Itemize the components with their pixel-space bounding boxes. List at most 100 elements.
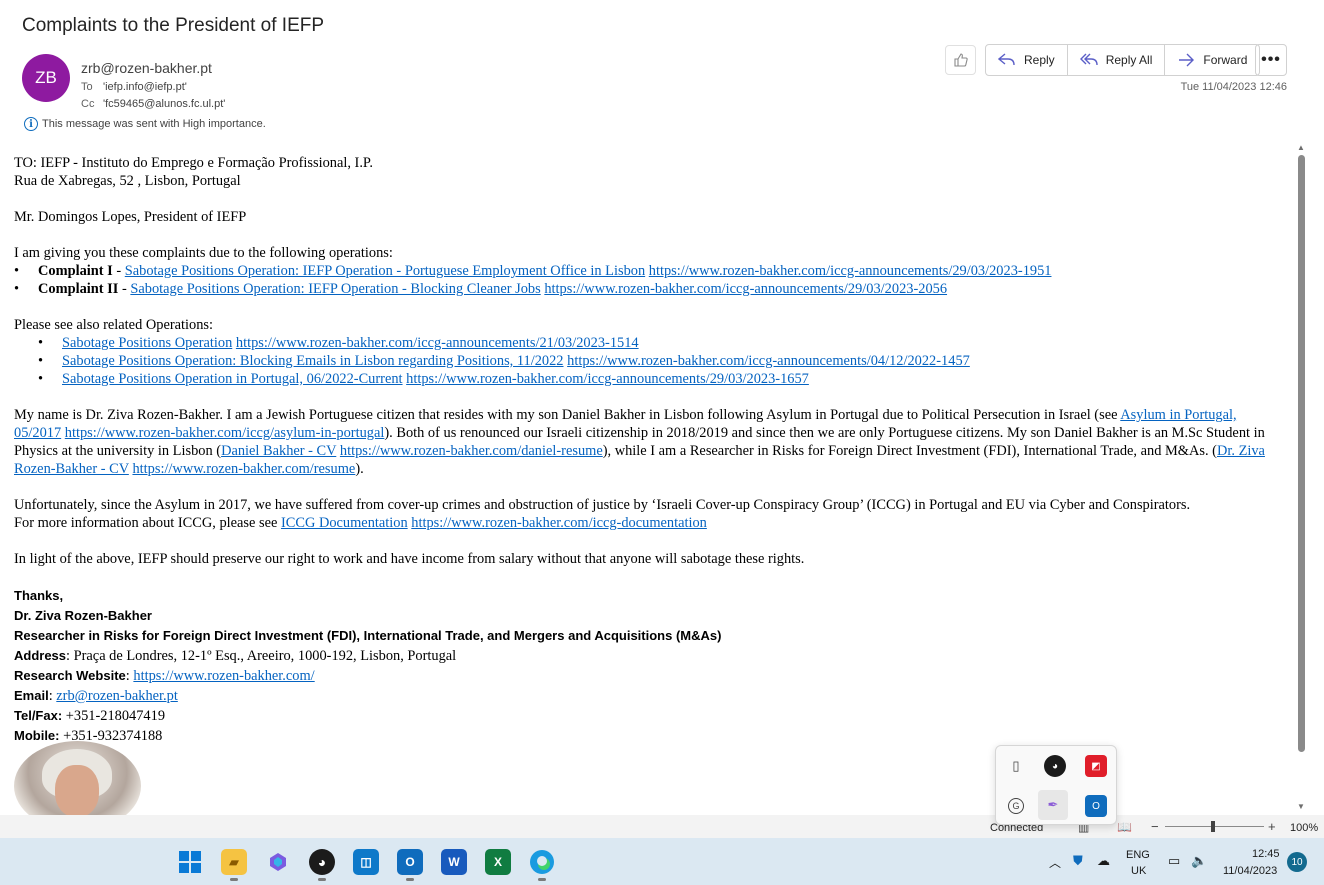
start-icon[interactable]	[177, 849, 203, 875]
more-actions-button[interactable]: •••	[1255, 44, 1287, 76]
text-span: ).	[355, 461, 364, 477]
complaint-item: Complaint II - Sabotage Positions Operat…	[14, 280, 1286, 298]
to-label: To	[81, 81, 93, 93]
input-region[interactable]: UK	[1131, 865, 1146, 877]
security-shield-icon[interactable]: ⛊	[1073, 853, 1083, 869]
show-hidden-icons-button[interactable]: ︿	[1049, 854, 1061, 871]
like-button[interactable]	[945, 45, 976, 75]
sig-website-label: Research Website	[14, 668, 126, 683]
daniel-cv-url[interactable]: https://www.rozen-bakher.com/daniel-resu…	[340, 443, 603, 459]
sig-address: : Praça de Londres, 12-1º Esq., Areeiro,…	[66, 648, 457, 664]
web-app-icon[interactable]: ◫	[353, 849, 379, 875]
obs-icon[interactable]: ◕	[1044, 755, 1066, 777]
complaint-url[interactable]: https://www.rozen-bakher.com/iccg-announ…	[649, 263, 1052, 279]
sig-tel-label: Tel/Fax:	[14, 708, 63, 723]
pen-icon[interactable]: ✒	[1038, 790, 1068, 820]
complaint-link[interactable]: Sabotage Positions Operation: IEFP Opera…	[125, 263, 645, 279]
file-explorer-icon[interactable]: ▰	[221, 849, 247, 875]
separator: -	[118, 281, 131, 297]
sig-email-label: Email	[14, 688, 49, 703]
outlook-tray-icon[interactable]: O	[1085, 795, 1107, 817]
excel-icon[interactable]: X	[485, 849, 511, 875]
edge-logo-icon	[530, 850, 554, 874]
related-item: Sabotage Positions Operation https://www…	[14, 334, 1286, 352]
iccg-doc-url[interactable]: https://www.rozen-bakher.com/iccg-docume…	[411, 515, 707, 531]
word-icon[interactable]: W	[441, 849, 467, 875]
sig-title: Researcher in Risks for Foreign Direct I…	[14, 628, 722, 643]
sig-mobile-label: Mobile:	[14, 728, 60, 743]
scrollbar-thumb[interactable]	[1298, 155, 1305, 752]
related-url[interactable]: https://www.rozen-bakher.com/iccg-announ…	[406, 371, 809, 387]
running-indicator	[230, 878, 238, 881]
message-actions: Reply Reply All Forward	[985, 44, 1261, 76]
daniel-cv-link[interactable]: Daniel Bakher - CV	[221, 443, 336, 459]
copilot-logo-icon	[270, 853, 286, 871]
separator: -	[112, 263, 125, 279]
obs-studio-icon[interactable]: ◕	[309, 849, 335, 875]
to-line: To 'iefp.info@iefp.pt'	[81, 81, 187, 93]
complaint-url[interactable]: https://www.rozen-bakher.com/iccg-announ…	[544, 281, 947, 297]
reading-view-icon[interactable]: 📖	[1117, 820, 1132, 834]
sig-address-label: Address	[14, 648, 67, 663]
sender-address[interactable]: zrb@rozen-bakher.pt	[81, 60, 212, 76]
usb-drive-icon[interactable]: ▯	[1005, 755, 1027, 777]
clock-date[interactable]: 11/04/2023	[1223, 865, 1277, 877]
recipient-line: TO: IEFP - Instituto do Emprego e Formaç…	[14, 155, 373, 171]
grammarly-icon[interactable]: G	[1008, 798, 1024, 814]
edge-icon[interactable]	[529, 849, 555, 875]
iccg-doc-link[interactable]: ICCG Documentation	[281, 515, 408, 531]
zoom-out-button[interactable]: −	[1151, 819, 1159, 834]
clock-time[interactable]: 12:45	[1252, 848, 1280, 860]
text-span: For more information about ICCG, please …	[14, 515, 281, 531]
importance-banner: i This message was sent with High import…	[24, 117, 266, 131]
forward-label: Forward	[1203, 53, 1248, 67]
reply-button[interactable]: Reply	[986, 45, 1068, 75]
ziva-cv-url[interactable]: https://www.rozen-bakher.com/resume	[132, 461, 355, 477]
forward-button[interactable]: Forward	[1165, 45, 1259, 75]
sig-name: Dr. Ziva Rozen-Bakher	[14, 608, 152, 623]
message-date: Tue 11/04/2023 12:46	[1180, 81, 1287, 93]
windows-logo-icon	[179, 851, 201, 873]
cc-recipient[interactable]: 'fc59465@alunos.fc.ul.pt'	[103, 98, 225, 110]
paragraph-conclusion: In light of the above, IEFP should prese…	[14, 551, 805, 567]
complaint-link[interactable]: Sabotage Positions Operation: IEFP Opera…	[130, 281, 540, 297]
volume-icon[interactable]: 🔈	[1191, 853, 1207, 869]
thumbs-up-icon	[953, 53, 968, 67]
cc-line: Cc 'fc59465@alunos.fc.ul.pt'	[81, 98, 225, 110]
zoom-level[interactable]: 100%	[1290, 822, 1318, 834]
related-link[interactable]: Sabotage Positions Operation: Blocking E…	[62, 353, 564, 369]
notification-badge[interactable]: 10	[1287, 852, 1307, 872]
related-link[interactable]: Sabotage Positions Operation	[62, 335, 232, 351]
input-language[interactable]: ENG	[1126, 849, 1150, 861]
tray-overflow-popup: ▯ ◕ ◩ G ✒ O	[995, 745, 1117, 825]
reply-all-icon	[1079, 53, 1098, 66]
asylum-url[interactable]: https://www.rozen-bakher.com/iccg/asylum…	[65, 425, 385, 441]
scroll-down-arrow[interactable]: ▼	[1297, 802, 1305, 811]
running-indicator	[318, 878, 326, 881]
related-link[interactable]: Sabotage Positions Operation in Portugal…	[62, 371, 403, 387]
complaint-item: Complaint I - Sabotage Positions Operati…	[14, 262, 1286, 280]
adobe-icon[interactable]: ◩	[1085, 755, 1107, 777]
related-url[interactable]: https://www.rozen-bakher.com/iccg-announ…	[567, 353, 970, 369]
message-body: TO: IEFP - Instituto do Emprego e Formaç…	[14, 154, 1286, 746]
network-icon[interactable]: ▭	[1168, 853, 1180, 869]
paragraph-more-info: For more information about ICCG, please …	[14, 514, 1286, 532]
sig-website-link[interactable]: https://www.rozen-bakher.com/	[133, 668, 314, 684]
sender-avatar[interactable]: ZB	[22, 54, 70, 102]
related-url[interactable]: https://www.rozen-bakher.com/iccg-announ…	[236, 335, 639, 351]
scroll-up-arrow[interactable]: ▲	[1297, 143, 1305, 152]
paragraph-iccg: Unfortunately, since the Asylum in 2017,…	[14, 497, 1191, 513]
copilot-icon[interactable]	[265, 849, 291, 875]
reply-all-button[interactable]: Reply All	[1068, 45, 1166, 75]
sig-thanks: Thanks,	[14, 588, 64, 603]
outlook-icon[interactable]: O	[397, 849, 423, 875]
complaint-label: Complaint I	[38, 263, 113, 279]
sig-tel: +351-218047419	[62, 708, 166, 724]
zoom-in-button[interactable]: +	[1268, 819, 1276, 834]
salutation: Mr. Domingos Lopes, President of IEFP	[14, 209, 247, 225]
to-recipient[interactable]: 'iefp.info@iefp.pt'	[103, 81, 187, 93]
intro-text: I am giving you these complaints due to …	[14, 245, 393, 261]
sig-email-link[interactable]: zrb@rozen-bakher.pt	[56, 688, 178, 704]
onedrive-cloud-icon[interactable]: ☁	[1097, 853, 1110, 869]
zoom-slider-thumb[interactable]	[1211, 821, 1215, 832]
